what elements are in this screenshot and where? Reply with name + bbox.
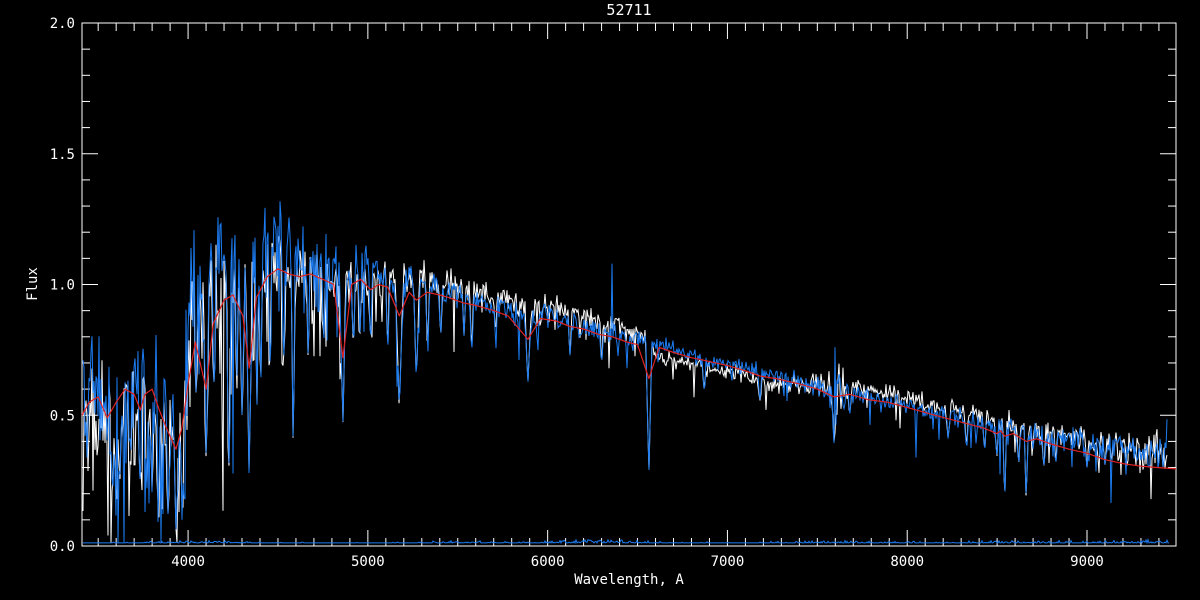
- y-axis-label: Flux: [25, 267, 41, 301]
- x-axis-label: Wavelength, A: [574, 572, 684, 588]
- spectrum-canvas: 4000 5000 6000 7000 8000 90000.00.51.01.52.0 …: [25, 1, 1177, 588]
- y-tick-label: 0.5: [50, 408, 75, 424]
- x-tick-label: 8000: [890, 554, 924, 570]
- series-layer: [81, 201, 1177, 545]
- x-tick-label: 7000: [711, 554, 745, 570]
- x-tick-label: 5000: [351, 554, 385, 570]
- tick-labels-layer: 4000 5000 6000 7000 8000 9000 0.0 0.5 1.0 1.5 2.0: [50, 16, 1104, 570]
- observed-spectrum-blue-path: [82, 201, 1168, 543]
- y-tick-label: 0.0: [50, 539, 75, 555]
- plot-title: 52711: [606, 1, 651, 19]
- error-spectrum-blue-path: [83, 538, 1169, 545]
- x-tick-label: 4000: [171, 554, 205, 570]
- y-tick-label: 1.0: [50, 278, 75, 294]
- y-tick-label: 1.5: [50, 147, 75, 163]
- y-tick-label: 2.0: [50, 16, 75, 32]
- spectrum-plot-window: 4000 5000 6000 7000 8000 9000 0.0 0.5 1.0 1.5 2.0 …: [0, 0, 1200, 600]
- x-tick-label: 9000: [1070, 554, 1104, 570]
- x-tick-label: 6000: [531, 554, 565, 570]
